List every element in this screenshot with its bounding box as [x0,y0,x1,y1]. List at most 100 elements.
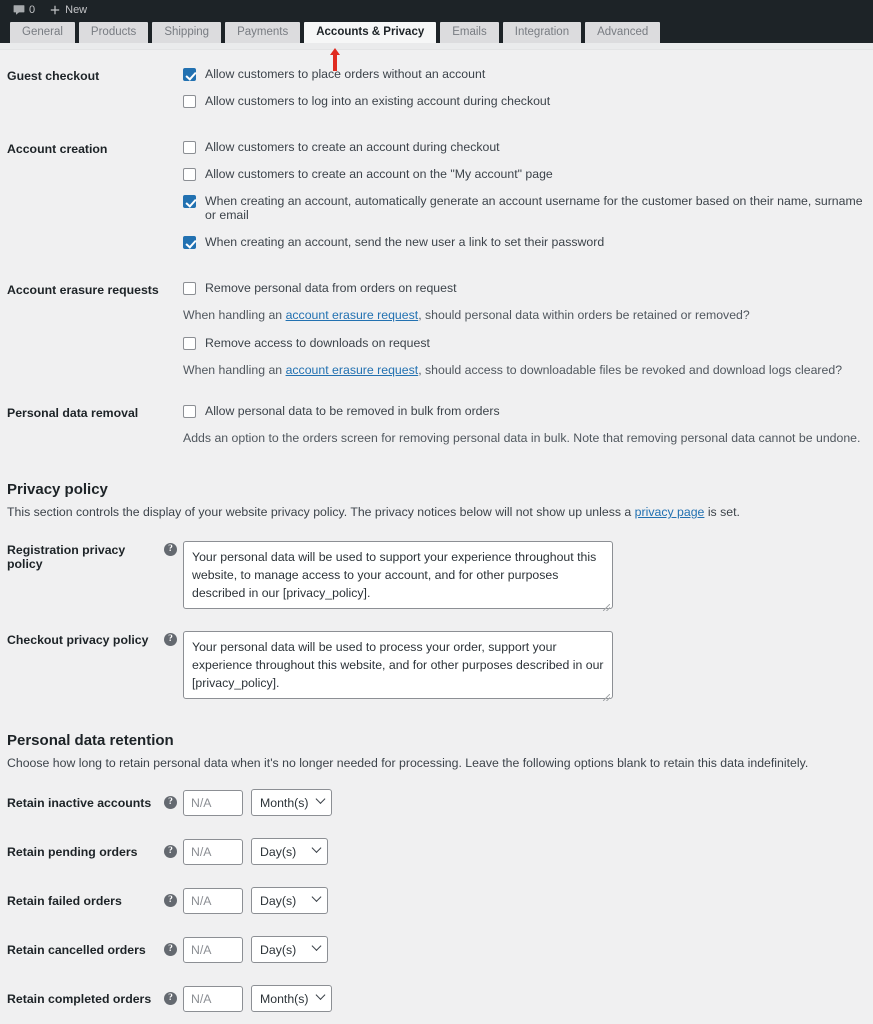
retention-label: Retain inactive accounts [7,795,152,810]
retention-amount-input[interactable] [183,985,243,1012]
checkbox-create-account-my-account-page[interactable] [183,168,196,181]
checkbox-label: Allow customers to log into an existing … [205,94,551,108]
help-icon[interactable]: ? [164,796,177,809]
chevron-down-icon [315,793,325,804]
account-erasure-request-link[interactable]: account erasure request [286,308,419,322]
checkout-privacy-policy-field[interactable] [183,631,613,704]
retention-amount-input[interactable] [183,887,243,914]
help-icon[interactable]: ? [164,633,177,646]
chevron-down-icon [315,989,325,1000]
help-icon[interactable]: ? [164,992,177,1005]
adminbar-new[interactable]: New [42,0,94,20]
desc-text-after: , should personal data within orders be … [418,308,750,322]
retention-unit-value: Month(s) [260,991,309,1006]
tab-integration[interactable]: Integration [502,22,582,43]
retention-amount-input[interactable] [183,936,243,963]
checkbox-label: Allow customers to place orders without … [205,67,486,81]
chevron-down-icon [311,891,322,902]
tab-emails[interactable]: Emails [440,22,499,43]
retention-unit-value: Day(s) [260,844,297,859]
checkbox-row[interactable]: Allow customers to create an account on … [183,167,873,181]
retention-label: Retain failed orders [7,893,122,908]
tab-advanced[interactable]: Advanced [585,22,661,43]
adminbar-comments[interactable]: 0 [6,0,42,20]
account-erasure-request-link[interactable]: account erasure request [286,363,419,377]
tab-underline [0,43,873,50]
registration-privacy-policy-label: Registration privacy policy [7,543,126,571]
retention-unit-select[interactable]: Month(s) [251,789,332,816]
checkbox-row[interactable]: Allow personal data to be removed in bul… [183,404,873,418]
checkbox-row[interactable]: When creating an account, automatically … [183,194,873,222]
checkbox-label: Allow customers to create an account dur… [205,140,500,154]
retention-amount-input[interactable] [183,789,243,816]
retention-label: Retain cancelled orders [7,942,146,957]
checkbox-row[interactable]: Allow customers to place orders without … [183,67,873,81]
erasure-description-2: When handling an account erasure request… [183,363,873,378]
setting-row-account-creation: Account creation Allow customers to crea… [0,140,873,249]
chevron-down-icon [311,842,322,853]
retention-row: Retain pending orders? Day(s) [0,838,873,865]
retention-amount-input[interactable] [183,838,243,865]
personal-data-removal-description: Adds an option to the orders screen for … [183,431,861,445]
retention-unit-select[interactable]: Month(s) [251,985,332,1012]
tab-shipping[interactable]: Shipping [152,22,222,43]
checkbox-row[interactable]: Allow customers to create an account dur… [183,140,873,154]
checkbox-row[interactable]: Remove personal data from orders on requ… [183,281,873,295]
tab-products[interactable]: Products [78,22,149,43]
admin-bar: 0 New [0,0,873,20]
retention-description: Choose how long to retain personal data … [7,756,809,770]
checkbox-label: Remove personal data from orders on requ… [205,281,457,295]
checkbox-send-password-setup-link[interactable] [183,236,196,249]
desc-text-before: When handling an [183,363,286,377]
checkbox-label: Allow personal data to be removed in bul… [205,404,500,418]
checkbox-remove-download-access[interactable] [183,337,196,350]
erasure-description-1: When handling an account erasure request… [183,308,873,323]
retention-heading: Personal data retention [7,732,174,749]
retention-unit-value: Day(s) [260,942,297,957]
checkbox-row[interactable]: Allow customers to log into an existing … [183,94,873,108]
retention-row: Retain inactive accounts? Month(s) [0,789,873,816]
tab-general[interactable]: General [10,22,75,43]
setting-label-account-erasure: Account erasure requests [7,283,159,297]
registration-privacy-policy-row: Registration privacy policy ? [0,541,873,614]
comment-count: 0 [29,4,36,16]
help-icon[interactable]: ? [164,845,177,858]
desc-text-after: is set. [704,505,740,519]
privacy-page-link[interactable]: privacy page [635,505,705,519]
tab-payments[interactable]: Payments [225,22,301,43]
help-icon[interactable]: ? [164,943,177,956]
registration-privacy-policy-field[interactable] [183,541,613,614]
chevron-down-icon [311,940,322,951]
red-arrow-indicator [330,48,340,71]
retention-unit-value: Month(s) [260,795,309,810]
checkbox-allow-login-during-checkout[interactable] [183,95,196,108]
retention-unit-select[interactable]: Day(s) [251,887,328,914]
checkbox-allow-guest-orders[interactable] [183,68,196,81]
checkbox-remove-personal-data-orders[interactable] [183,282,196,295]
checkbox-row[interactable]: When creating an account, send the new u… [183,235,873,249]
retention-label: Retain pending orders [7,844,138,859]
privacy-policy-description: This section controls the display of you… [0,504,873,520]
settings-content: Guest checkout Allow customers to place … [0,50,873,1023]
tab-accounts-privacy[interactable]: Accounts & Privacy [304,22,437,43]
checkout-privacy-policy-label: Checkout privacy policy [7,633,149,647]
setting-row-personal-data-removal: Personal data removal Allow personal dat… [0,404,873,446]
retention-row: Retain failed orders? Day(s) [0,887,873,914]
privacy-policy-heading: Privacy policy [7,481,108,498]
checkout-privacy-policy-row: Checkout privacy policy ? [0,631,873,704]
retention-unit-select[interactable]: Day(s) [251,936,328,963]
help-icon[interactable]: ? [164,894,177,907]
checkbox-create-account-during-checkout[interactable] [183,141,196,154]
desc-text-before: When handling an [183,308,286,322]
registration-privacy-policy-textarea[interactable] [183,541,613,609]
checkbox-bulk-remove-personal-data[interactable] [183,405,196,418]
retention-unit-select[interactable]: Day(s) [251,838,328,865]
checkbox-label: Remove access to downloads on request [205,336,430,350]
desc-text-before: This section controls the display of you… [7,505,635,519]
checkout-privacy-policy-textarea[interactable] [183,631,613,699]
checkbox-label: Allow customers to create an account on … [205,167,553,181]
help-icon[interactable]: ? [164,543,177,556]
checkbox-row[interactable]: Remove access to downloads on request [183,336,873,350]
checkbox-auto-generate-username[interactable] [183,195,196,208]
adminbar-new-label: New [65,4,88,16]
